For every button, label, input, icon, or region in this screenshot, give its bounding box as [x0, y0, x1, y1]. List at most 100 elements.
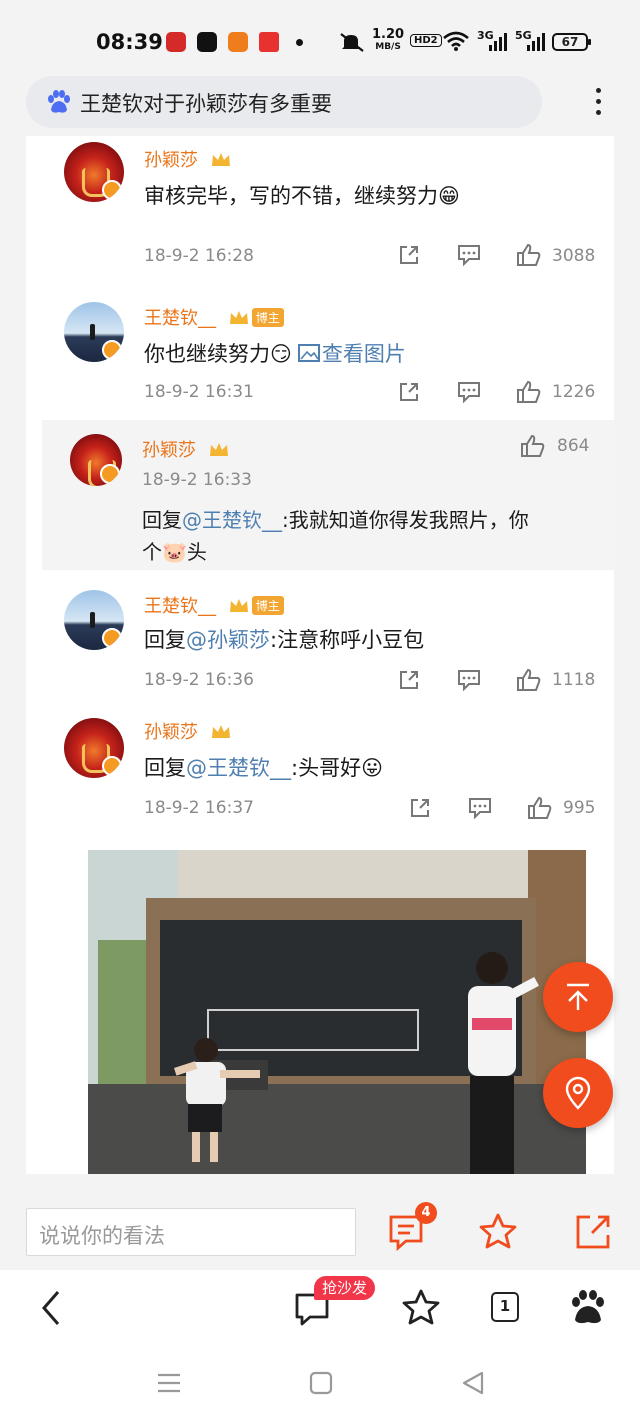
comment-thread: 孙颖莎 审核完毕，写的不错，继续努力😁 18-9-2 16:28 3088 王楚… [26, 136, 614, 1174]
comment-photo[interactable] [88, 850, 586, 1174]
comment-time: 18-9-2 16:37 [144, 798, 254, 818]
like-icon[interactable] [516, 668, 542, 692]
tiktok-app-icon [197, 32, 217, 52]
like-count: 864 [557, 436, 590, 456]
tabs-button[interactable]: 1 [491, 1292, 519, 1322]
comment-username[interactable]: 王楚钦__ 博主 [144, 592, 284, 618]
crown-icon [211, 153, 230, 166]
reply-icon[interactable] [457, 244, 481, 266]
share-icon[interactable] [398, 381, 420, 403]
system-nav-bar [0, 1346, 640, 1422]
emoji: 😛 [361, 756, 383, 780]
status-bar: 08:39 1.20 MB/S HD2 3G 5G 67 [0, 0, 640, 80]
reply-prefix: 回复 [142, 508, 182, 532]
like-count: 995 [563, 798, 596, 818]
net-speed: 1.20 MB/S [372, 28, 404, 54]
reply-icon[interactable] [457, 381, 481, 403]
mention-link[interactable]: @孙颖莎 [186, 628, 270, 652]
avatar[interactable] [64, 718, 124, 778]
comment-time: 18-9-2 16:36 [144, 670, 254, 690]
reply-prefix: 回复 [144, 628, 186, 652]
mention-link[interactable]: @王楚钦__ [182, 508, 282, 532]
comment-body: :注意称呼小豆包 [270, 628, 425, 652]
tab-count: 1 [499, 1297, 511, 1315]
like-icon[interactable] [520, 434, 546, 458]
signal-5g-icon [527, 33, 545, 51]
search-query: 王楚钦对于孙颖莎有多重要 [80, 92, 332, 116]
share-icon[interactable] [572, 1210, 616, 1254]
comment-input[interactable]: 说说你的看法 [26, 1208, 356, 1256]
baidu-home-icon[interactable] [566, 1286, 610, 1330]
avatar[interactable] [64, 302, 124, 362]
comment-username[interactable]: 王楚钦__ 博主 [144, 304, 284, 330]
username-text: 孙颖莎 [144, 722, 198, 743]
more-menu-icon[interactable] [586, 84, 610, 122]
comment-username[interactable]: 孙颖莎 [144, 718, 232, 744]
comment-body-end: 头 [186, 540, 207, 564]
share-icon[interactable] [398, 669, 420, 691]
crown-icon [209, 443, 228, 456]
comment-text: 审核完毕，写的不错，继续努力😁 [144, 180, 460, 210]
back-triangle-icon[interactable] [458, 1368, 488, 1398]
username-text: 王楚钦__ [144, 308, 216, 329]
search-bar[interactable]: 王楚钦对于孙颖莎有多重要 [26, 76, 542, 128]
comment-username[interactable]: 孙颖莎 [142, 436, 230, 462]
comment-body: :头哥好 [291, 756, 362, 780]
comment-text: 回复@王楚钦__:头哥好😛 [144, 752, 383, 782]
mute-icon [340, 33, 364, 52]
wifi-icon [443, 31, 469, 51]
net-speed-value: 1.20 [372, 27, 405, 42]
comment-body: 你也继续努力 [144, 342, 270, 366]
status-time: 08:39 [96, 30, 163, 54]
arrow-up-icon [567, 983, 589, 1010]
favorites-star-icon[interactable] [399, 1286, 443, 1330]
location-pin-icon [565, 1076, 591, 1110]
back-to-top-button[interactable] [543, 962, 613, 1032]
comment-username[interactable]: 孙颖莎 [144, 146, 232, 172]
like-icon[interactable] [527, 796, 553, 820]
author-tag: 博主 [251, 596, 284, 615]
baidu-paw-icon [48, 90, 70, 113]
mention-link[interactable]: @王楚钦__ [186, 756, 291, 780]
comment-body: :我就知道你得发我照片，你 [282, 508, 529, 532]
avatar[interactable] [64, 590, 124, 650]
signal-3g-icon [489, 33, 507, 51]
comment-time: 18-9-2 16:28 [144, 246, 254, 266]
reply-prefix: 回复 [144, 756, 186, 780]
avatar[interactable] [70, 434, 122, 486]
comment-count-badge: 4 [415, 1202, 437, 1224]
location-button[interactable] [543, 1058, 613, 1128]
comment-text: 回复@孙颖莎:注意称呼小豆包 [144, 624, 424, 654]
username-text: 王楚钦__ [144, 596, 216, 617]
share-icon[interactable] [409, 797, 431, 819]
comment-time: 18-9-2 16:31 [144, 382, 254, 402]
comment-placeholder: 说说你的看法 [39, 1224, 165, 1248]
net-speed-unit: MB/S [375, 42, 401, 52]
crown-icon [229, 599, 248, 612]
avatar[interactable] [64, 142, 124, 202]
author-tag: 博主 [251, 308, 284, 327]
back-icon[interactable] [30, 1286, 74, 1330]
crown-icon [229, 311, 248, 324]
like-icon[interactable] [516, 380, 542, 404]
view-image-link[interactable]: 查看图片 [322, 342, 406, 366]
video-app-icon [228, 32, 248, 52]
sofa-badge: 抢沙发 [314, 1276, 376, 1300]
menu-icon[interactable] [154, 1368, 184, 1398]
emoji: 😁 [438, 184, 460, 208]
emoji: 🐷 [162, 540, 187, 564]
photo-illustration [88, 850, 586, 1174]
like-count: 1226 [552, 382, 596, 402]
reply-icon[interactable] [468, 797, 492, 819]
star-icon[interactable] [476, 1210, 520, 1254]
home-icon[interactable] [306, 1368, 336, 1398]
share-icon[interactable] [398, 244, 420, 266]
comment-text: 你也继续努力😏 查看图片 [144, 338, 406, 368]
comment-bar: 说说你的看法 [0, 1196, 640, 1268]
username-text: 孙颖莎 [144, 150, 198, 171]
browser-nav-bar: 抢沙发 1 [0, 1270, 640, 1346]
reply-icon[interactable] [457, 669, 481, 691]
username-text: 孙颖莎 [142, 440, 196, 461]
crown-icon [211, 725, 230, 738]
like-icon[interactable] [516, 243, 542, 267]
